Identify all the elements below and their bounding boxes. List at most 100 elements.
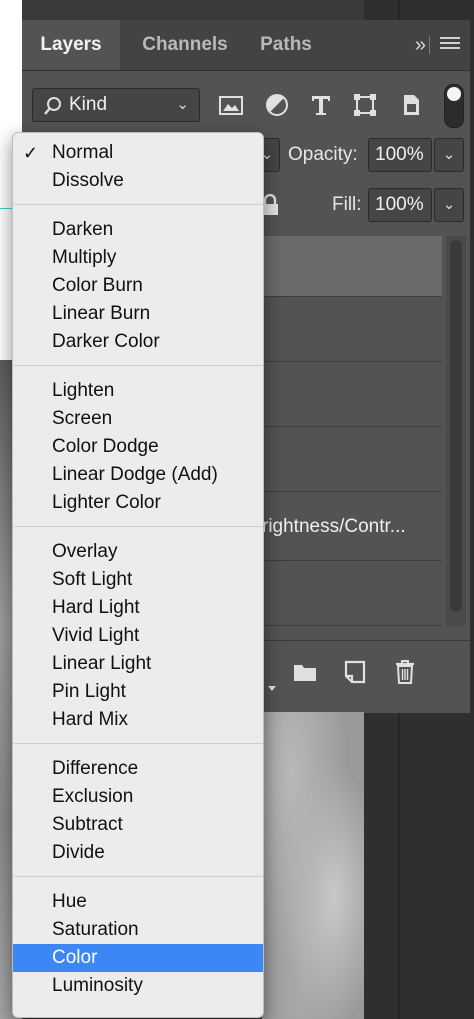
menu-separator xyxy=(13,365,263,366)
blend-mode-item-linear-dodge-add[interactable]: Linear Dodge (Add) xyxy=(13,461,263,489)
layer-row[interactable]: rightness/Contr... xyxy=(262,492,442,561)
blend-mode-item-color-dodge[interactable]: Color Dodge xyxy=(13,433,263,461)
filter-kind-select[interactable]: Kind ⌄ xyxy=(32,88,200,122)
blend-mode-item-difference[interactable]: Difference xyxy=(13,755,263,783)
canvas-texture-image xyxy=(262,712,364,1019)
mask-options-arrow[interactable] xyxy=(268,686,276,691)
menu-item-label: Subtract xyxy=(52,814,123,835)
blend-mode-item-hue[interactable]: Hue xyxy=(13,888,263,916)
menu-item-label: Linear Burn xyxy=(52,303,151,324)
tab-layers[interactable]: Layers xyxy=(22,20,120,70)
fill-input[interactable]: 100% xyxy=(368,188,432,222)
menu-item-label: Screen xyxy=(52,408,113,429)
blend-mode-item-multiply[interactable]: Multiply xyxy=(13,244,263,272)
smart-object-filter-icon[interactable] xyxy=(398,92,424,118)
menu-item-label: Darken xyxy=(52,219,114,240)
expand-panels-button[interactable]: » xyxy=(415,20,426,70)
tab-divider xyxy=(429,36,430,54)
menu-item-label: Linear Dodge (Add) xyxy=(52,464,218,485)
scrollbar-thumb[interactable] xyxy=(450,240,462,612)
blend-mode-item-subtract[interactable]: Subtract xyxy=(13,811,263,839)
new-group-icon[interactable] xyxy=(292,659,318,685)
blend-mode-item-color-burn[interactable]: Color Burn xyxy=(13,272,263,300)
blend-mode-item-color[interactable]: Color xyxy=(13,944,263,972)
blend-mode-item-vivid-light[interactable]: Vivid Light xyxy=(13,622,263,650)
blend-mode-item-exclusion[interactable]: Exclusion xyxy=(13,783,263,811)
blend-mode-item-lighter-color[interactable]: Lighter Color xyxy=(13,489,263,517)
menu-item-label: Darker Color xyxy=(52,331,160,352)
layer-row[interactable] xyxy=(262,297,442,362)
menu-separator xyxy=(13,526,263,527)
image-filter-icon[interactable] xyxy=(218,92,244,118)
blend-mode-item-normal[interactable]: ✓ Normal xyxy=(13,139,263,167)
delete-layer-icon[interactable] xyxy=(392,659,418,685)
blend-mode-item-soft-light[interactable]: Soft Light xyxy=(13,566,263,594)
layer-row[interactable] xyxy=(262,427,442,492)
fill-label: Fill: xyxy=(332,194,362,215)
menu-item-label: Lighten xyxy=(52,380,115,401)
layer-name: rightness/Contr... xyxy=(262,516,406,537)
adjustment-filter-icon[interactable] xyxy=(264,92,290,118)
blend-mode-item-pin-light[interactable]: Pin Light xyxy=(13,678,263,706)
panel-tab-bar: Layers Channels Paths » xyxy=(22,20,470,71)
menu-item-label: Dissolve xyxy=(52,170,124,191)
search-icon xyxy=(44,97,61,115)
checkmark-icon: ✓ xyxy=(23,143,39,163)
menu-item-label: Multiply xyxy=(52,247,117,268)
blend-mode-menu: ✓ Normal Dissolve Darken Multiply Color Burn L… xyxy=(12,132,264,1018)
filter-toggle-switch[interactable] xyxy=(444,84,464,128)
layer-row[interactable] xyxy=(262,362,442,427)
menu-item-label: Color Dodge xyxy=(52,436,159,457)
blend-mode-item-luminosity[interactable]: Luminosity xyxy=(13,972,263,1000)
menu-item-label: Pin Light xyxy=(52,681,126,702)
layer-row[interactable] xyxy=(262,236,442,297)
opacity-input[interactable]: 100% xyxy=(368,138,432,172)
menu-item-label: Difference xyxy=(52,758,139,779)
menu-item-label: Overlay xyxy=(52,541,118,562)
menu-item-label: Divide xyxy=(52,842,105,863)
blend-mode-item-hard-mix[interactable]: Hard Mix xyxy=(13,706,263,734)
opacity-label: Opacity: xyxy=(288,144,358,165)
guide-line xyxy=(0,208,12,209)
shape-filter-icon[interactable] xyxy=(352,92,378,118)
menu-item-label: Hard Mix xyxy=(52,709,129,730)
blend-mode-item-linear-burn[interactable]: Linear Burn xyxy=(13,300,263,328)
menu-item-label: Color xyxy=(52,947,98,968)
layer-filter-row: Kind ⌄ xyxy=(22,78,470,130)
menu-item-label: Lighter Color xyxy=(52,492,161,513)
layers-bottom-toolbar xyxy=(262,640,470,713)
blend-mode-item-lighten[interactable]: Lighten xyxy=(13,377,263,405)
layer-row[interactable] xyxy=(262,561,442,626)
new-layer-icon[interactable] xyxy=(342,659,368,685)
blend-mode-item-overlay[interactable]: Overlay xyxy=(13,538,263,566)
menu-separator xyxy=(13,876,263,877)
menu-item-label: Luminosity xyxy=(52,975,143,996)
menu-item-label: Color Burn xyxy=(52,275,143,296)
menu-item-label: Linear Light xyxy=(52,653,152,674)
type-filter-icon[interactable] xyxy=(308,92,334,118)
tab-paths[interactable]: Paths xyxy=(248,20,324,70)
fill-dropdown-button[interactable]: ⌄ xyxy=(434,188,464,222)
menu-separator xyxy=(13,204,263,205)
blend-mode-item-dissolve[interactable]: Dissolve xyxy=(13,167,263,195)
filter-kind-label: Kind xyxy=(69,94,108,115)
menu-item-label: Saturation xyxy=(52,919,139,940)
blend-mode-item-linear-light[interactable]: Linear Light xyxy=(13,650,263,678)
blend-mode-item-divide[interactable]: Divide xyxy=(13,839,263,867)
blend-mode-item-hard-light[interactable]: Hard Light xyxy=(13,594,263,622)
menu-item-label: Vivid Light xyxy=(52,625,140,646)
blend-mode-item-darker-color[interactable]: Darker Color xyxy=(13,328,263,356)
blend-mode-item-darken[interactable]: Darken xyxy=(13,216,263,244)
panel-menu-icon[interactable] xyxy=(440,34,460,54)
menu-item-label: Hard Light xyxy=(52,597,140,618)
chevron-down-icon: ⌄ xyxy=(176,96,189,113)
opacity-dropdown-button[interactable]: ⌄ xyxy=(434,138,464,172)
menu-item-label: Hue xyxy=(52,891,87,912)
menu-item-label: Normal xyxy=(52,142,114,163)
menu-item-label: Soft Light xyxy=(52,569,133,590)
tab-channels[interactable]: Channels xyxy=(126,20,244,70)
menu-separator xyxy=(13,743,263,744)
blend-mode-item-screen[interactable]: Screen xyxy=(13,405,263,433)
menu-item-label: Exclusion xyxy=(52,786,134,807)
blend-mode-item-saturation[interactable]: Saturation xyxy=(13,916,263,944)
